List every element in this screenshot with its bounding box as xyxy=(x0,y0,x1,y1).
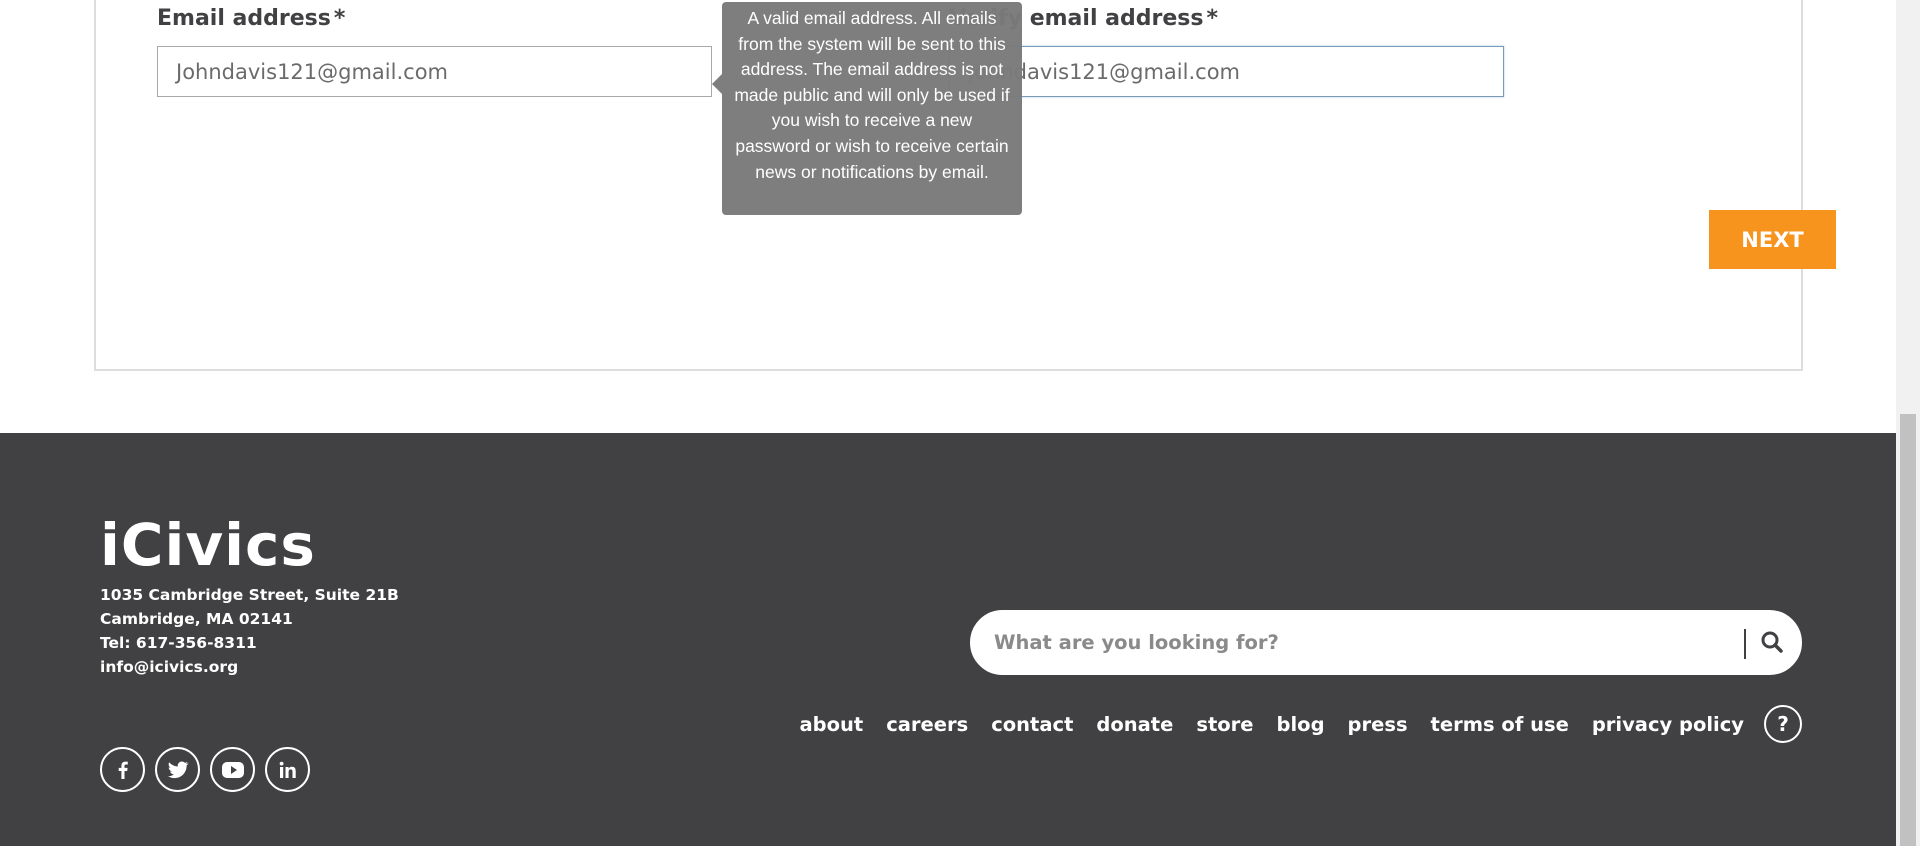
linkedin-icon[interactable] xyxy=(265,747,310,792)
email-field-value: Johndavis121@gmail.com xyxy=(176,59,448,84)
icivics-logo[interactable]: iCivics xyxy=(100,511,328,579)
icivics-logo-mark: iCivics xyxy=(100,511,316,579)
site-footer: iCivics 1035 Cambridge Street, Suite 21B… xyxy=(0,433,1896,846)
phone-number: Tel: 617-356-8311 xyxy=(100,634,257,652)
help-button[interactable]: ? xyxy=(1764,705,1802,743)
twitter-icon[interactable] xyxy=(155,747,200,792)
youtube-icon[interactable] xyxy=(210,747,255,792)
search-input[interactable] xyxy=(994,612,1694,673)
footer-link-donate[interactable]: donate xyxy=(1096,713,1173,736)
footer-link-blog[interactable]: blog xyxy=(1277,713,1325,736)
verify-email-field[interactable]: Johndavis121@gmail.com xyxy=(949,46,1504,97)
footer-link-about[interactable]: about xyxy=(799,713,863,736)
email-field[interactable]: Johndavis121@gmail.com xyxy=(157,46,712,97)
address-line-2: Cambridge, MA 02141 xyxy=(100,610,293,628)
facebook-icon[interactable] xyxy=(100,747,145,792)
address-line-1: 1035 Cambridge Street, Suite 21B xyxy=(100,586,399,604)
footer-link-contact[interactable]: contact xyxy=(991,713,1073,736)
social-links xyxy=(100,747,310,792)
footer-address: 1035 Cambridge Street, Suite 21B Cambrid… xyxy=(100,583,399,679)
email-label: Email address * xyxy=(157,6,346,31)
search-icon[interactable] xyxy=(1756,626,1788,658)
next-button[interactable]: NEXT xyxy=(1709,210,1836,269)
footer-link-privacy[interactable]: privacy policy xyxy=(1592,713,1744,736)
contact-email[interactable]: info@icivics.org xyxy=(100,655,399,679)
footer-link-terms[interactable]: terms of use xyxy=(1431,713,1569,736)
required-marker: * xyxy=(1206,6,1218,31)
footer-link-careers[interactable]: careers xyxy=(886,713,968,736)
footer-link-store[interactable]: store xyxy=(1196,713,1253,736)
footer-nav: about careers contact donate store blog … xyxy=(776,705,1802,743)
svg-text:iCivics: iCivics xyxy=(100,515,316,571)
scrollbar-thumb[interactable] xyxy=(1900,414,1916,846)
required-marker: * xyxy=(333,6,346,31)
email-help-tooltip: A valid email address. All emails from t… xyxy=(712,2,1022,215)
footer-link-press[interactable]: press xyxy=(1348,713,1408,736)
footer-search xyxy=(970,610,1802,675)
search-divider xyxy=(1744,629,1746,659)
